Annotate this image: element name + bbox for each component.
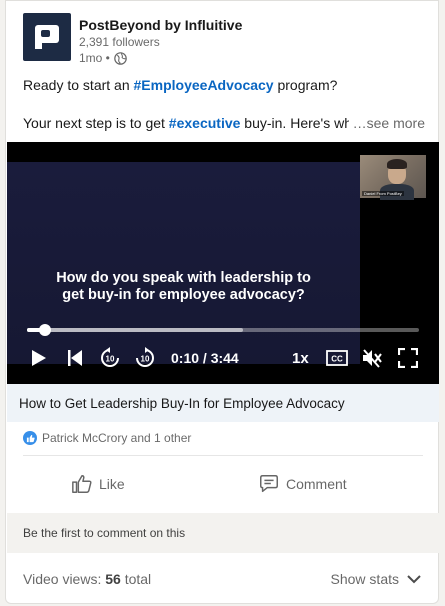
play-icon[interactable] xyxy=(29,346,49,370)
reactions-summary[interactable]: Patrick McCrory and 1 other xyxy=(23,431,191,445)
post-text-line-1: Ready to start an #EmployeeAdvocacy prog… xyxy=(23,75,425,95)
muted-volume-icon[interactable] xyxy=(360,346,384,370)
skip-back-icon[interactable] xyxy=(65,346,85,370)
company-logo[interactable] xyxy=(23,13,71,61)
author-meta: PostBeyond by Influitive 2,391 followers… xyxy=(79,13,242,65)
video-slide-text: How do you speak with leadership to get … xyxy=(56,270,311,303)
hashtag-executive[interactable]: #executive xyxy=(169,115,241,131)
hashtag-employee-advocacy[interactable]: #EmployeeAdvocacy xyxy=(134,77,274,93)
social-actions: Like Comment xyxy=(23,466,423,502)
comment-prompt: Be the first to comment on this xyxy=(7,513,439,553)
show-stats-label: Show stats xyxy=(330,571,399,587)
post-age: 1mo • xyxy=(79,51,110,65)
video-frame: How do you speak with leadership to get … xyxy=(7,162,360,364)
progress-bar[interactable] xyxy=(27,328,419,332)
comment-button[interactable]: Comment xyxy=(258,466,347,502)
post-text-fragment: buy-in. Here's wh xyxy=(240,115,353,131)
views-suffix: total xyxy=(120,571,152,587)
like-reaction-icon xyxy=(23,431,37,445)
like-label: Like xyxy=(99,476,125,492)
thumbs-up-icon xyxy=(72,475,92,493)
presenter-hair xyxy=(387,159,407,169)
svg-text:10: 10 xyxy=(106,355,115,364)
chevron-down-icon xyxy=(407,574,421,583)
views-count: 56 xyxy=(105,571,121,587)
see-more-link[interactable]: …see more xyxy=(348,113,425,133)
globe-icon xyxy=(114,51,127,65)
video-views: Video views: 56 total xyxy=(23,571,151,587)
time-readout: 0:10 / 3:44 xyxy=(171,350,239,366)
progress-scrubber[interactable] xyxy=(38,324,51,336)
playback-speed-button[interactable]: 1x xyxy=(292,350,309,367)
video-player[interactable]: How do you speak with leadership to get … xyxy=(7,142,439,384)
closed-captions-icon[interactable]: CC xyxy=(326,346,348,370)
divider xyxy=(23,455,423,456)
comment-label: Comment xyxy=(286,476,347,492)
postbeyond-logo-icon xyxy=(35,25,59,49)
presenter-label: Daniel From PostBey xyxy=(362,191,404,196)
presenter-thumbnail: Daniel From PostBey xyxy=(360,155,426,200)
rewind-10-icon[interactable]: 10 xyxy=(99,346,121,370)
company-name[interactable]: PostBeyond by Influitive xyxy=(79,16,242,34)
post-text-fragment: program? xyxy=(273,77,338,93)
post-text-line-2: Your next step is to get #executive buy-… xyxy=(23,113,425,133)
svg-text:CC: CC xyxy=(331,355,343,364)
comment-icon xyxy=(260,475,278,493)
post-text-fragment: Ready to start an xyxy=(23,77,134,93)
like-button[interactable]: Like xyxy=(71,466,125,502)
post-text-fragment: Your next step is to get xyxy=(23,115,169,131)
progress-buffered xyxy=(27,328,243,332)
post-time: 1mo • xyxy=(79,50,242,66)
fullscreen-icon[interactable] xyxy=(398,346,418,370)
feed-post-card: PostBeyond by Influitive 2,391 followers… xyxy=(5,0,439,604)
follower-count: 2,391 followers xyxy=(79,35,160,49)
svg-text:10: 10 xyxy=(141,355,150,364)
forward-10-icon[interactable]: 10 xyxy=(134,346,156,370)
video-controls: 10 10 0:10 / 3:44 1x CC xyxy=(7,346,439,370)
post-header: PostBeyond by Influitive 2,391 followers… xyxy=(23,13,242,65)
post-text: Ready to start an #EmployeeAdvocacy prog… xyxy=(23,75,425,133)
video-title[interactable]: How to Get Leadership Buy-In for Employe… xyxy=(7,384,439,422)
show-stats-button[interactable]: Show stats xyxy=(331,571,421,587)
views-label: Video views: xyxy=(23,571,106,587)
reactions-text: Patrick McCrory and 1 other xyxy=(42,431,192,445)
